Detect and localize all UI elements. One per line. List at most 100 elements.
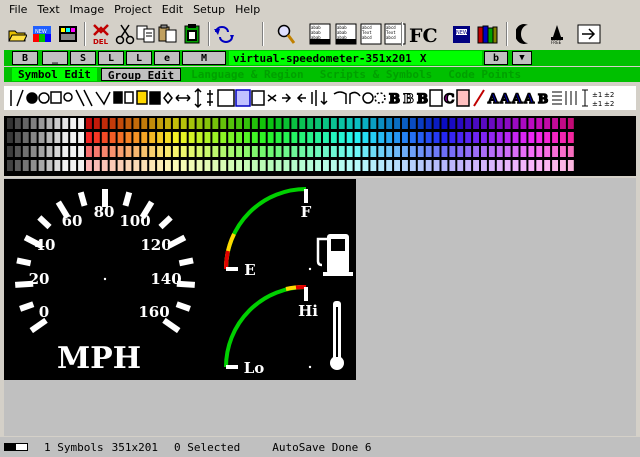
new-book-icon[interactable]: NEW xyxy=(450,22,474,46)
palette-swatch xyxy=(425,146,432,157)
palette-swatch xyxy=(441,118,448,129)
palette-swatch xyxy=(488,132,495,143)
palette-swatch xyxy=(441,160,448,171)
symbol-list-icon[interactable]: abab abab abab xyxy=(334,22,358,46)
palette-swatch xyxy=(473,118,479,129)
speed-tick xyxy=(175,301,191,312)
palette-swatch xyxy=(449,146,456,157)
close-tab-button[interactable]: X xyxy=(420,52,427,65)
palette-swatch xyxy=(70,118,77,129)
tab-letter-b[interactable]: B xyxy=(12,51,38,65)
tab-letter-underscore[interactable]: _ xyxy=(42,51,68,65)
speed-label-160: 160 xyxy=(138,303,169,321)
palette-swatch xyxy=(267,118,274,129)
menu-edit[interactable]: Edit xyxy=(157,3,188,16)
tab-code-points[interactable]: Code Points xyxy=(442,68,527,81)
palette-swatch xyxy=(93,160,100,171)
tab-letter-s[interactable]: S xyxy=(70,51,96,65)
palette-swatch xyxy=(449,118,456,129)
speed-tick xyxy=(19,301,35,312)
palette-swatch xyxy=(560,146,566,157)
palette-swatch xyxy=(378,132,385,143)
color-palette[interactable] xyxy=(4,116,636,176)
palette-swatch xyxy=(417,160,424,171)
menu-file[interactable]: File xyxy=(4,3,32,16)
open-icon[interactable] xyxy=(5,22,29,46)
palette-swatch xyxy=(133,132,140,143)
tab-dropdown-button[interactable]: ▼ xyxy=(512,51,532,65)
palette-swatch xyxy=(86,160,92,171)
tab-scripts-symbols[interactable]: Scripts & Symbols xyxy=(314,68,439,81)
palette-swatch xyxy=(417,146,424,157)
drawing-tools[interactable]: B B B C A A A A B ±1 ±1 ±2 ±2 xyxy=(4,86,636,110)
color-swatch[interactable] xyxy=(4,443,28,451)
palette-swatch xyxy=(125,118,132,129)
columns-icon xyxy=(565,91,577,105)
palette-swatch xyxy=(70,132,77,143)
palette-swatch xyxy=(109,146,116,157)
palette-swatch xyxy=(299,118,306,129)
dotted-ring-icon xyxy=(374,92,386,104)
palette-swatch xyxy=(117,132,124,143)
symbol-canvas[interactable]: 0 20 40 60 80 100 120 140 160 MPH F E Hi… xyxy=(4,179,356,380)
books-icon[interactable] xyxy=(476,22,500,46)
palette-swatch xyxy=(544,132,551,143)
bell-icon[interactable]: FREE xyxy=(545,22,569,46)
zoom-icon[interactable] xyxy=(274,22,298,46)
tab-group-edit[interactable]: Group Edit xyxy=(100,68,182,82)
palette-swatch xyxy=(299,146,306,157)
tab-letter-l2[interactable]: L xyxy=(126,51,152,65)
text-a2-icon: A xyxy=(499,92,511,107)
palette-swatch xyxy=(299,132,306,143)
palette-swatch xyxy=(220,132,227,143)
text-a1-icon: A xyxy=(487,92,499,107)
clipboard-icon[interactable] xyxy=(180,22,204,46)
palette-swatch xyxy=(188,118,195,129)
text-font-icon[interactable]: abcd Text abcd xyxy=(383,22,407,46)
filled-circle-icon xyxy=(26,92,38,104)
filled-rect-icon xyxy=(113,91,123,104)
symbol-grid-icon[interactable]: abab abab abab xyxy=(308,22,332,46)
menu-help[interactable]: Help xyxy=(230,3,265,16)
font-compile-icon[interactable]: FC xyxy=(408,22,442,46)
delete-icon[interactable]: DEL xyxy=(89,22,113,46)
menu-setup[interactable]: Setup xyxy=(188,3,230,16)
fraction-icon: ±1 xyxy=(592,91,602,99)
file-tab-label: virtual-speedometer-351x201 xyxy=(233,51,412,65)
menu-bar: File Text Image Project Edit Setup Help xyxy=(0,0,640,19)
undo-icon[interactable] xyxy=(212,22,236,46)
menu-image[interactable]: Image xyxy=(65,3,109,16)
tab-symbol-edit[interactable]: Symbol Edit xyxy=(12,68,97,81)
palette-swatch xyxy=(402,118,408,129)
palette-swatch xyxy=(172,132,179,143)
color-mode-icon[interactable]: NEW xyxy=(30,22,54,46)
new-file-icon[interactable] xyxy=(56,22,80,46)
palette-swatch xyxy=(488,146,495,157)
menu-project[interactable]: Project xyxy=(109,3,157,16)
palette-swatch xyxy=(251,146,258,157)
moon-icon[interactable] xyxy=(514,22,538,46)
palette-swatch xyxy=(512,160,519,171)
exit-icon[interactable] xyxy=(577,22,601,46)
palette-swatch xyxy=(409,146,416,157)
file-tab[interactable]: virtual-speedometer-351x201 X xyxy=(229,51,482,65)
tab-language-region[interactable]: Language & Region xyxy=(185,68,310,81)
copy-icon[interactable] xyxy=(134,22,158,46)
tab-letter-b-lower[interactable]: b xyxy=(484,51,508,65)
tab-letter-m[interactable]: M xyxy=(182,51,226,65)
palette-swatch xyxy=(236,118,242,129)
tab-letter-e[interactable]: e xyxy=(154,51,180,65)
paste-icon[interactable] xyxy=(156,22,180,46)
palette-swatch xyxy=(141,160,148,171)
tab-letter-l1[interactable]: L xyxy=(98,51,124,65)
palette-swatch xyxy=(409,160,416,171)
speed-label-20: 20 xyxy=(29,270,50,288)
text-grid-icon[interactable]: abcd Text abcd xyxy=(359,22,383,46)
menu-text[interactable]: Text xyxy=(32,3,64,16)
palette-swatch xyxy=(457,146,464,157)
palette-swatch xyxy=(109,118,116,129)
bars-icon xyxy=(311,90,317,106)
palette-swatch xyxy=(330,132,337,143)
palette-swatch xyxy=(481,118,487,129)
palette-swatch xyxy=(283,118,290,129)
